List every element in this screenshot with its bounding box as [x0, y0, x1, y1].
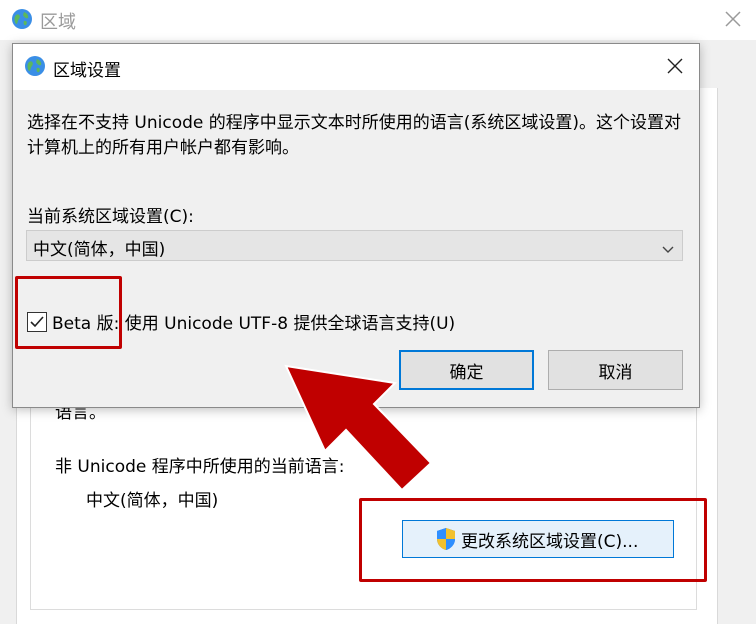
annotation-arrow — [284, 364, 433, 492]
